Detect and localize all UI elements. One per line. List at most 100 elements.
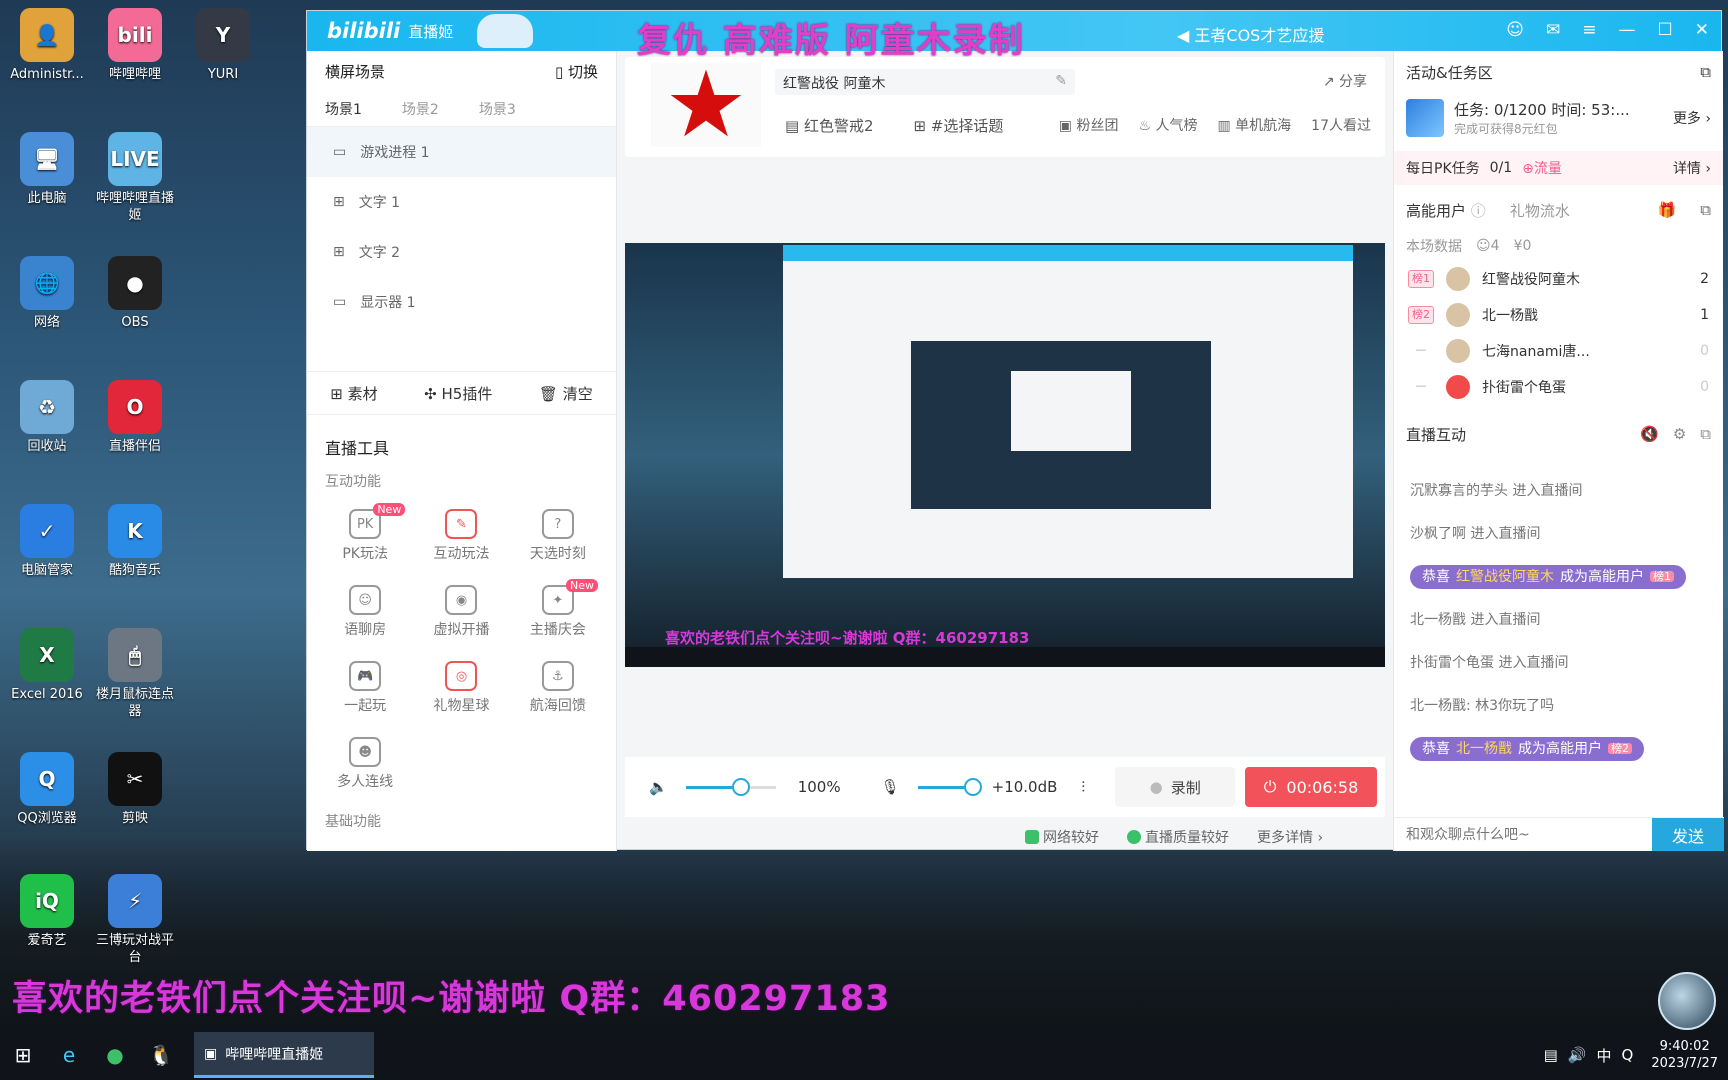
desktop-icon[interactable]: Y YURI [180, 8, 266, 83]
send-button[interactable]: 发送 [1652, 818, 1724, 851]
h5-plugin-button[interactable]: ✣ H5插件 [424, 383, 492, 404]
user-row[interactable]: — 扑街雷个龟蛋 0 [1394, 369, 1723, 405]
close-icon[interactable]: ✕ [1695, 20, 1709, 40]
menu-icon[interactable]: ≡ [1582, 20, 1596, 40]
desktop-icon[interactable]: 👤 Administr... [4, 8, 90, 83]
volume-slider[interactable] [685, 777, 776, 796]
desktop-icon[interactable]: iQ 爱奇艺 [4, 874, 90, 949]
tab-scene-1[interactable]: 场景1 [325, 99, 362, 119]
voyage-button[interactable]: ▥ 单机航海 [1217, 115, 1291, 135]
tray-q-icon[interactable]: Q [1622, 1046, 1634, 1064]
tab-gift-flow[interactable]: 礼物流水 [1510, 200, 1570, 221]
mute-icon[interactable]: 🔇 [1640, 425, 1659, 443]
desktop-icon[interactable]: ⚡ 三博玩对战平台 [92, 874, 178, 966]
task-item[interactable]: 任务: 0/1200 时间: 53:... 完成可获得8元红包 更多 › [1394, 93, 1723, 143]
source-item-text-1[interactable]: ⊞ 文字 1 [307, 177, 616, 227]
record-button[interactable]: ● 录制 [1115, 767, 1236, 807]
tool-item[interactable]: ? 天选时刻 [510, 509, 606, 563]
tool-item[interactable]: ✦ 主播庆会 New [510, 579, 606, 639]
tool-item[interactable]: ◉ 虚拟开播 [413, 585, 509, 639]
qq-icon[interactable]: 🐧 [138, 1032, 184, 1078]
user-name: 扑街雷个龟蛋 [1482, 380, 1566, 396]
more-link[interactable]: 更多 › [1673, 108, 1711, 128]
desktop-icon-label: 剪映 [121, 811, 148, 826]
minimize-icon[interactable]: — [1619, 20, 1636, 40]
switch-orientation-button[interactable]: ▯ 切换 [555, 61, 598, 82]
tool-label: 主播庆会 [529, 622, 586, 638]
mic-slider-knob[interactable] [963, 777, 982, 796]
mixer-icon[interactable]: ⫶ [1081, 778, 1085, 796]
room-title-input[interactable]: 红警战役 阿童木 ✎ [775, 69, 1075, 95]
tray-clock[interactable]: 9:40:02 2023/7/27 [1651, 1038, 1718, 1072]
tray-volume-icon[interactable]: 🔊 [1568, 1046, 1587, 1064]
mail-icon[interactable]: ✉ [1546, 20, 1560, 40]
desktop-icon[interactable]: 🖱 楼月鼠标连点器 [92, 628, 178, 720]
notice-text[interactable]: ◀ 王者COS才艺应援 [1177, 22, 1324, 46]
desktop-icon[interactable]: O 直播伴侣 [92, 380, 178, 455]
settings-icon[interactable]: ⚙ [1673, 425, 1686, 443]
popout-icon-2[interactable]: ⧉ [1700, 201, 1711, 219]
tool-item[interactable]: ☻ 多人连线 [317, 737, 413, 791]
share-button[interactable]: ↗ 分享 [1323, 71, 1367, 91]
user-row[interactable]: — 七海nanami唐... 0 [1394, 333, 1723, 369]
room-cover-star-icon[interactable]: ★ [651, 59, 761, 151]
add-material-button[interactable]: ⊞ 素材 [330, 383, 377, 404]
desktop-icon[interactable]: 🖥 此电脑 [4, 132, 90, 207]
category-tag[interactable]: ▤ 红色警戒2 [785, 115, 874, 136]
pk-detail-link[interactable]: 详情 › [1673, 158, 1711, 178]
desktop-icon[interactable]: ♻ 回收站 [4, 380, 90, 455]
volume-slider-knob[interactable] [731, 777, 750, 796]
taskbar-app-bilibili-live[interactable]: ▣ 哔哩哔哩直播姬 [194, 1032, 374, 1078]
start-icon[interactable]: ⊞ [0, 1032, 46, 1078]
popularity-button[interactable]: ♨ 人气榜 [1138, 115, 1197, 135]
source-item-game[interactable]: ▭ 游戏进程 1 [307, 127, 616, 177]
live-toggle-button[interactable]: ⏻ 00:06:58 [1245, 767, 1377, 807]
feed-text: 沉默寡言的芋头 进入直播间 [1410, 482, 1583, 499]
tray-ime[interactable]: 中 [1597, 1045, 1612, 1066]
source-item-text-2[interactable]: ⊞ 文字 2 [307, 227, 616, 277]
tool-item[interactable]: ✎ 互动玩法 [413, 509, 509, 563]
tab-scene-3[interactable]: 场景3 [479, 99, 516, 119]
desktop-icon[interactable]: ● OBS [92, 256, 178, 331]
mic-slider[interactable] [917, 777, 982, 796]
tool-item[interactable]: 🎮 一起玩 [317, 661, 413, 715]
desktop-icon[interactable]: X Excel 2016 [4, 628, 90, 703]
mic-icon[interactable]: 🎙 [881, 778, 900, 796]
desktop-icon[interactable]: LIVE 哔哩哔哩直播姬 [92, 132, 178, 224]
tray-network-icon[interactable]: ▤ [1544, 1046, 1558, 1064]
tab-high-energy[interactable]: 高能用户 ⓘ [1406, 200, 1486, 221]
maximize-icon[interactable]: ☐ [1658, 20, 1673, 40]
tool-item[interactable]: PK PK玩法 New [317, 503, 413, 563]
fans-button[interactable]: ▣ 粉丝团 [1059, 115, 1119, 135]
edge-icon[interactable]: e [46, 1032, 92, 1078]
tool-item[interactable]: ◎ 礼物星球 [413, 661, 509, 715]
user-row[interactable]: 榜1 红警战役阿童木 2 [1394, 261, 1723, 297]
gift-icon[interactable]: 🎁 [1658, 201, 1677, 219]
tool-item[interactable]: ⚓ 航海回馈 [510, 661, 606, 715]
speaker-icon[interactable]: 🔈 [649, 778, 668, 796]
tab-scene-2[interactable]: 场景2 [402, 99, 439, 119]
wechat-icon[interactable]: ● [92, 1032, 138, 1078]
desktop-icon[interactable]: Q QQ浏览器 [4, 752, 90, 827]
popout-icon[interactable]: ⧉ [1700, 63, 1711, 81]
clear-button[interactable]: 🗑 清空 [539, 383, 593, 404]
stream-preview[interactable]: 喜欢的老铁们点个关注呗~谢谢啦 Q群：460297183 [625, 243, 1385, 667]
desktop-icon[interactable]: bili 哔哩哔哩 [92, 8, 178, 83]
popout-icon-3[interactable]: ⧉ [1700, 425, 1711, 443]
topic-tag[interactable]: ⊞ #选择话题 [914, 115, 1004, 136]
tool-item[interactable]: ☺ 语聊房 [317, 585, 413, 639]
help-icon[interactable]: ⓘ [1471, 202, 1486, 220]
desktop-icon[interactable]: ✓ 电脑管家 [4, 504, 90, 579]
power-icon: ⏻ [1263, 777, 1277, 796]
desktop-icon[interactable]: K 酷狗音乐 [92, 504, 178, 579]
source-item-display[interactable]: ▭ 显示器 1 [307, 277, 616, 327]
session-money: ¥0 [1513, 238, 1532, 254]
daily-pk-task[interactable]: 每日PK任务 0/1 ⊕流量 详情 › [1394, 151, 1723, 185]
desktop-icon[interactable]: ✂ 剪映 [92, 752, 178, 827]
more-details-link[interactable]: 更多详情 › [1257, 827, 1323, 847]
user-avatar-icon[interactable]: ☺ [1506, 20, 1524, 40]
user-row[interactable]: 榜2 北一杨戬 1 [1394, 297, 1723, 333]
desktop-icon[interactable]: 🌐 网络 [4, 256, 90, 331]
pk-label: 每日PK任务 [1406, 161, 1480, 177]
chat-input[interactable] [1394, 818, 1652, 851]
